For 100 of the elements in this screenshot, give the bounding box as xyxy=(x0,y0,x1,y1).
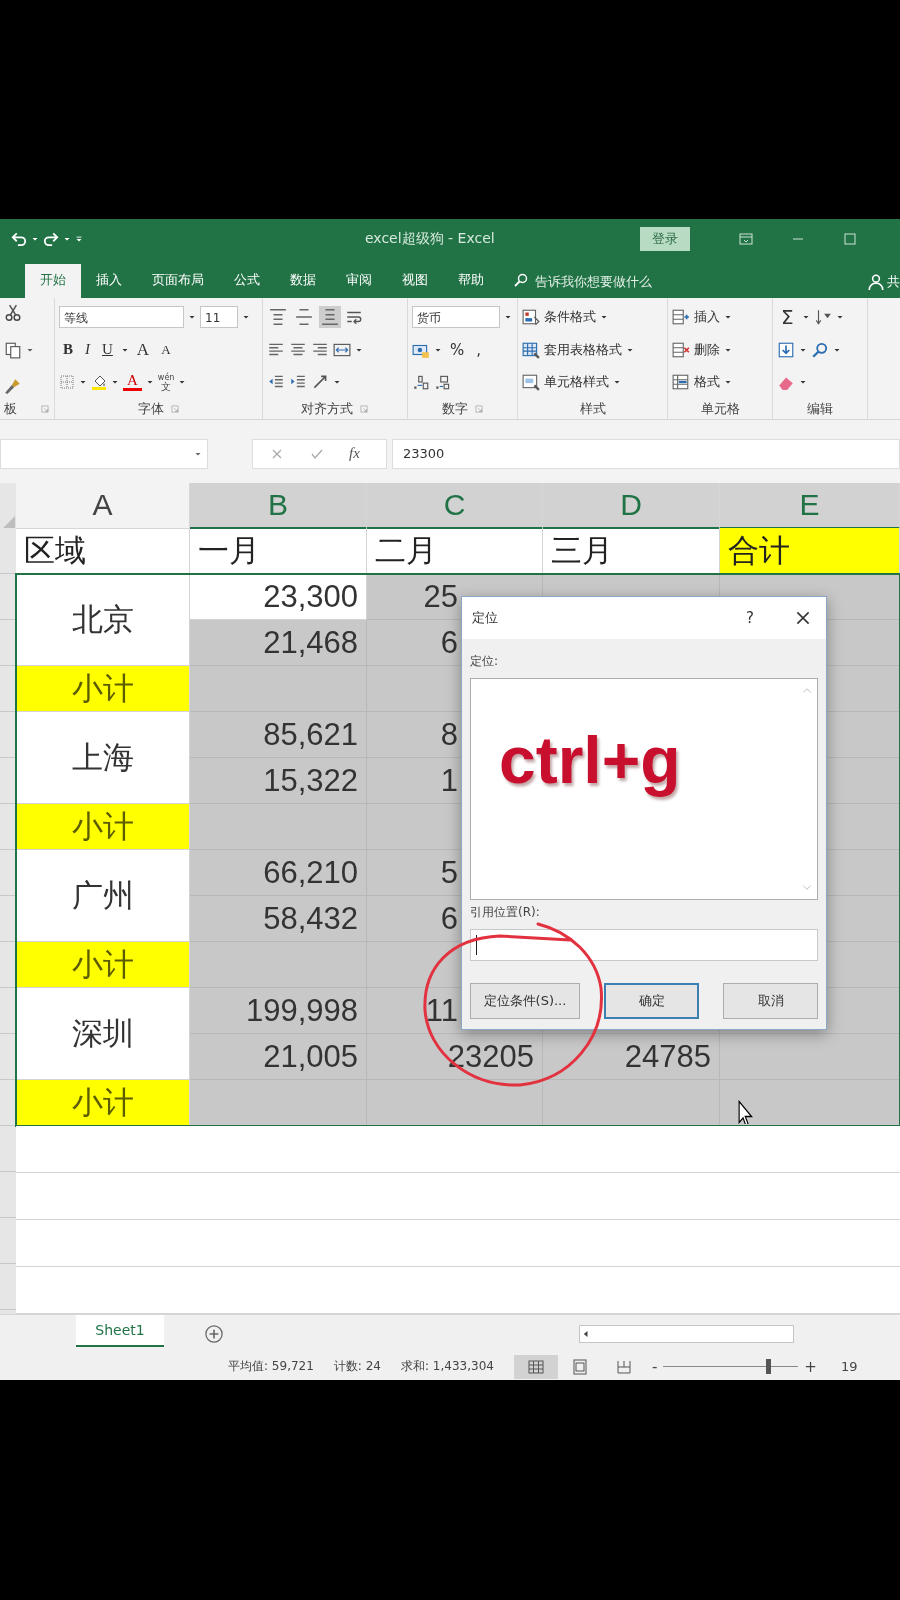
sort-icon[interactable] xyxy=(813,308,832,326)
column-header[interactable]: A xyxy=(16,483,190,529)
caret-icon[interactable] xyxy=(242,313,250,321)
caret-icon[interactable] xyxy=(799,378,807,386)
ribbon-command[interactable]: 删除 xyxy=(694,340,720,359)
font-name-dropdown[interactable]: 等线 xyxy=(59,306,184,328)
phonetic-button[interactable]: wén 文 xyxy=(157,373,175,391)
ribbon-tab[interactable]: 视图 xyxy=(387,264,443,298)
tell-me-field[interactable]: 告诉我你想要做什么 xyxy=(535,266,652,298)
cell-style-icon[interactable] xyxy=(522,373,540,391)
grow-font-button[interactable]: A xyxy=(132,339,154,360)
column-header[interactable]: E xyxy=(720,483,900,529)
formula-input[interactable]: 23300 xyxy=(392,438,900,469)
reference-input[interactable] xyxy=(470,929,818,961)
customize-icon[interactable] xyxy=(74,233,84,244)
ribbon-tab[interactable]: 数据 xyxy=(275,264,331,298)
caret-icon[interactable] xyxy=(79,378,87,386)
group-label: 单元格 xyxy=(700,400,740,418)
format-cells-icon[interactable] xyxy=(672,373,690,391)
vertical-align-button[interactable] xyxy=(267,306,289,328)
ribbon-command[interactable]: 插入 xyxy=(694,308,720,326)
bottom-align-icon xyxy=(321,308,339,326)
fill-color-icon[interactable] xyxy=(91,374,107,390)
table-cell: 24785 xyxy=(543,1034,720,1080)
decrease-decimal-icon[interactable] xyxy=(434,373,452,391)
ribbon-tab[interactable]: 帮助 xyxy=(443,264,499,298)
number-format-dropdown[interactable]: 货币 xyxy=(412,306,500,328)
ribbon-tab[interactable]: 页面布局 xyxy=(137,264,219,298)
italic-button[interactable]: I xyxy=(81,341,94,358)
dialog-button[interactable]: 确定 xyxy=(604,983,699,1019)
percent-button[interactable]: % xyxy=(446,340,469,359)
table-cell: 23205 xyxy=(367,1034,543,1080)
fill-down-icon[interactable] xyxy=(777,340,795,359)
caret-icon[interactable] xyxy=(801,313,810,321)
slider-thumb[interactable] xyxy=(765,1359,771,1374)
insert-function-button[interactable]: fx xyxy=(349,445,360,462)
bold-button[interactable]: B xyxy=(59,341,77,358)
person-icon[interactable] xyxy=(867,273,885,291)
font-size-dropdown[interactable]: 11 xyxy=(200,306,238,328)
ribbon-command[interactable]: 格式 xyxy=(694,373,720,391)
column-header[interactable]: C xyxy=(367,483,543,529)
increase-decimal-icon[interactable] xyxy=(412,373,430,391)
search-icon[interactable] xyxy=(513,272,529,288)
table-cell: 199,998 xyxy=(190,988,367,1034)
view-button[interactable] xyxy=(513,1354,558,1379)
format-painter-icon[interactable] xyxy=(4,377,22,395)
caret-icon[interactable] xyxy=(333,378,341,386)
caret-icon[interactable] xyxy=(145,378,154,386)
cut-icon[interactable] xyxy=(4,304,22,322)
group-label: 数字 xyxy=(441,400,468,418)
zoom-in-button[interactable]: + xyxy=(804,1357,817,1376)
dialog-button[interactable]: 取消 xyxy=(723,983,818,1019)
sheet-tab[interactable]: Sheet1 xyxy=(76,1315,164,1347)
text-caret xyxy=(476,935,477,955)
caret-icon[interactable] xyxy=(178,378,187,386)
conditional-format-icon[interactable] xyxy=(522,308,540,326)
caret-icon[interactable] xyxy=(188,313,196,321)
caret-icon[interactable] xyxy=(613,378,621,386)
add-sheet-icon[interactable] xyxy=(204,1324,224,1344)
search-icon[interactable] xyxy=(811,340,829,359)
caret-icon[interactable] xyxy=(724,378,732,386)
group-label: 样式 xyxy=(579,400,606,418)
caret-icon[interactable] xyxy=(724,313,732,321)
dialog-button[interactable]: 定位条件(S)... xyxy=(470,983,580,1019)
caret-icon[interactable] xyxy=(504,313,512,321)
copy-icon[interactable] xyxy=(4,340,22,359)
ribbon-tab[interactable]: 公式 xyxy=(219,264,275,298)
caret-icon[interactable] xyxy=(600,313,608,321)
orientation-icon[interactable] xyxy=(311,373,329,391)
font-color-button[interactable]: A xyxy=(123,373,142,391)
ribbon-command[interactable]: 条件格式 xyxy=(544,308,596,326)
close-icon[interactable] xyxy=(794,609,812,627)
vertical-align-button[interactable] xyxy=(319,306,341,328)
ribbon-command[interactable]: 套用表格格式 xyxy=(544,340,622,359)
ribbon-tab[interactable]: 插入 xyxy=(81,264,137,298)
table-format-icon[interactable] xyxy=(522,340,540,359)
caret-icon[interactable] xyxy=(111,378,119,386)
ribbon-tab[interactable]: 审阅 xyxy=(331,264,387,298)
caret-icon[interactable] xyxy=(835,313,844,321)
horizontal-scrollbar[interactable] xyxy=(579,1325,794,1343)
window-title: excel超级狗 - Excel xyxy=(365,229,496,248)
column-header[interactable]: D xyxy=(543,483,720,529)
autosum-button[interactable]: Σ xyxy=(777,305,798,329)
comma-button[interactable]: , xyxy=(472,340,486,359)
table-cell: 21,468 xyxy=(190,620,367,666)
sign-in-button[interactable]: 登录 xyxy=(640,226,690,251)
share-button[interactable]: 共 xyxy=(887,273,900,291)
status-stat: 求和: 1,433,304 xyxy=(401,1358,494,1375)
vertical-align-button[interactable] xyxy=(293,306,315,328)
insert-cells-icon[interactable] xyxy=(672,308,690,326)
column-header[interactable]: B xyxy=(190,483,367,529)
help-button[interactable]: ? xyxy=(746,609,754,627)
ribbon-command[interactable]: 单元格样式 xyxy=(544,373,609,391)
delete-cells-icon[interactable] xyxy=(672,340,690,359)
ribbon-display-icon[interactable] xyxy=(738,230,754,247)
underline-button[interactable]: U xyxy=(98,341,117,358)
zoom-out-button[interactable]: - xyxy=(651,1357,658,1376)
ribbon-tab[interactable]: 开始 xyxy=(25,264,81,298)
shrink-font-button[interactable]: A xyxy=(157,341,175,358)
table-cell: 21,005 xyxy=(190,1034,367,1080)
